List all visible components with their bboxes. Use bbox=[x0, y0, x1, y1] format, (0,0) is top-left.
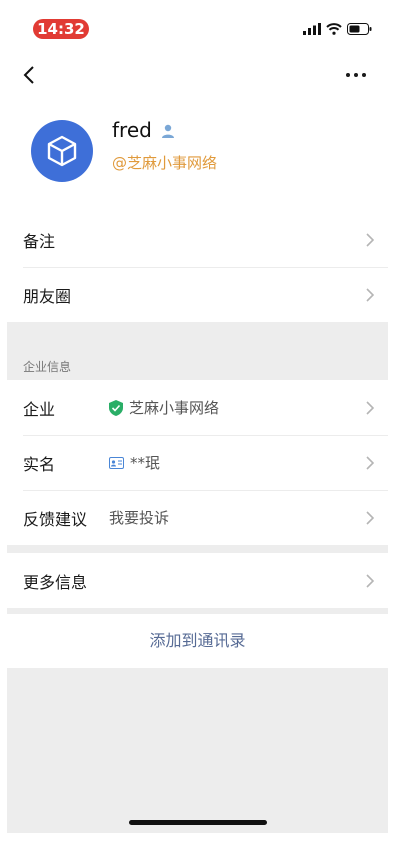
more-dot-icon bbox=[362, 73, 366, 77]
battery-icon bbox=[347, 23, 372, 35]
enterprise-group: 企业 芝麻小事网络 实名 **珉 反馈建议 我要投诉 bbox=[7, 380, 388, 545]
chevron-right-icon bbox=[366, 400, 374, 415]
add-to-contacts-button[interactable]: 添加到通讯录 bbox=[7, 614, 388, 668]
moments-row[interactable]: 朋友圈 bbox=[7, 267, 388, 322]
more-info-label: 更多信息 bbox=[23, 572, 88, 592]
chevron-right-icon bbox=[366, 510, 374, 525]
more-info-group: 更多信息 bbox=[7, 553, 388, 608]
chevron-right-icon bbox=[366, 573, 374, 588]
company-label: 企业 bbox=[23, 399, 56, 419]
status-time: 14:32 bbox=[33, 19, 89, 39]
nav-bar bbox=[7, 50, 388, 100]
company-row[interactable]: 企业 芝麻小事网络 bbox=[7, 380, 388, 435]
more-dot-icon bbox=[354, 73, 358, 77]
verified-shield-icon bbox=[109, 399, 123, 416]
more-info-row[interactable]: 更多信息 bbox=[7, 553, 388, 608]
chevron-right-icon bbox=[366, 455, 374, 470]
id-card-icon bbox=[109, 456, 124, 469]
realname-row[interactable]: 实名 **珉 bbox=[7, 435, 388, 490]
realname-value: **珉 bbox=[130, 454, 161, 472]
person-icon bbox=[162, 124, 174, 138]
feedback-value: 我要投诉 bbox=[109, 509, 170, 527]
realname-value-wrap: **珉 bbox=[109, 452, 160, 473]
contact-profile-screen: 14:32 fred @芝麻小事网络 备注 朋友圈 企业信息 企业 芝麻小事网络… bbox=[7, 6, 388, 833]
company-value-wrap: 芝麻小事网络 bbox=[109, 397, 219, 418]
moments-label: 朋友圈 bbox=[23, 286, 72, 306]
more-options-button[interactable] bbox=[346, 68, 370, 82]
avatar[interactable] bbox=[31, 120, 93, 182]
feedback-row[interactable]: 反馈建议 我要投诉 bbox=[7, 490, 388, 545]
contact-name: fred bbox=[112, 118, 152, 142]
feedback-label: 反馈建议 bbox=[23, 509, 88, 529]
cube-logo-icon bbox=[47, 135, 77, 167]
enterprise-section-header: 企业信息 bbox=[7, 344, 388, 380]
back-arrow-icon[interactable] bbox=[19, 64, 41, 86]
remark-label: 备注 bbox=[23, 231, 56, 251]
top-settings-group: 备注 朋友圈 bbox=[7, 212, 388, 322]
status-icons bbox=[303, 23, 372, 35]
contact-handle: @芝麻小事网络 bbox=[112, 154, 218, 172]
more-dot-icon bbox=[346, 73, 350, 77]
chevron-right-icon bbox=[366, 287, 374, 302]
chevron-right-icon bbox=[366, 232, 374, 247]
status-bar: 14:32 bbox=[7, 6, 388, 50]
profile-header: fred @芝麻小事网络 bbox=[7, 100, 388, 212]
signal-icon bbox=[303, 23, 321, 35]
wifi-icon bbox=[326, 23, 342, 35]
remark-row[interactable]: 备注 bbox=[7, 212, 388, 267]
realname-label: 实名 bbox=[23, 454, 56, 474]
home-indicator bbox=[129, 820, 267, 825]
company-value: 芝麻小事网络 bbox=[129, 399, 220, 417]
